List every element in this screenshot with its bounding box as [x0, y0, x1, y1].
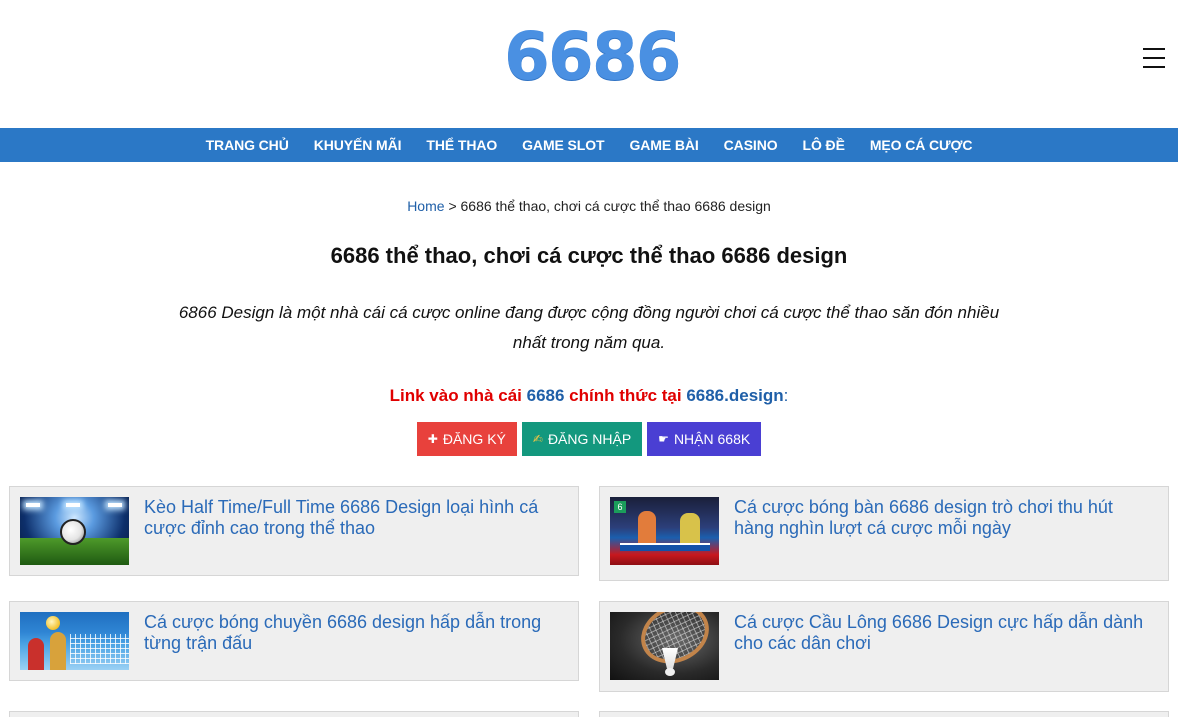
bonus-button[interactable]: ☛ NHẬN 668K	[647, 422, 762, 456]
nav-item-home[interactable]: TRANG CHỦ	[206, 137, 289, 153]
article-card[interactable]: 6 Cá cược bóng bàn 6686 design trò chơi …	[599, 486, 1169, 581]
article-card[interactable]: Kèo Half Time/Full Time 6686 Design loại…	[9, 486, 579, 576]
volleyball-image[interactable]	[20, 612, 129, 670]
badminton-image[interactable]	[610, 612, 719, 680]
main-nav: TRANG CHỦ KHUYẾN MÃI THỂ THAO GAME SLOT …	[0, 128, 1178, 162]
article-title-link[interactable]: Kèo Half Time/Full Time 6686 Design loại…	[144, 497, 559, 539]
article-title-link[interactable]: Cá cược bóng chuyền 6686 design hấp dẫn …	[144, 612, 559, 654]
nav-item-lottery[interactable]: LÔ ĐỀ	[803, 137, 845, 153]
bonus-button-label: NHẬN 668K	[673, 431, 751, 447]
hamburger-line	[1143, 65, 1165, 69]
login-button[interactable]: ✍ ĐĂNG NHẬP	[521, 422, 643, 456]
official-link-line: Link vào nhà cái 6686 chính thức tại 668…	[0, 386, 1178, 406]
article-card[interactable]: Cá cược Cầu Lông 6686 Design cực hấp dẫn…	[599, 601, 1169, 692]
site-header: 6686	[0, 0, 1178, 128]
hamburger-icon[interactable]	[1143, 48, 1167, 70]
register-button-label: ĐĂNG KÝ	[442, 431, 506, 447]
nav-item-betting-tips[interactable]: MẸO CÁ CƯỢC	[870, 137, 973, 153]
register-button[interactable]: ✚ ĐĂNG KÝ	[416, 422, 517, 456]
nav-item-card-games[interactable]: GAME BÀI	[629, 137, 698, 153]
login-button-label: ĐĂNG NHẬP	[547, 431, 632, 447]
article-card[interactable]: Cá cược bóng chuyền 6686 design hấp dẫn …	[9, 601, 579, 681]
breadcrumb-separator: >	[448, 198, 457, 214]
nav-item-casino[interactable]: CASINO	[724, 137, 778, 153]
intro-line: nhất trong năm qua.	[512, 333, 666, 352]
link-colon: :	[783, 386, 789, 405]
domain-link[interactable]: 6686.design	[686, 386, 783, 405]
breadcrumb: Home > 6686 thể thao, chơi cá cược thể t…	[0, 198, 1178, 214]
nav-item-game-slot[interactable]: GAME SLOT	[522, 137, 604, 153]
article-card[interactable]	[9, 711, 579, 717]
plus-icon: ✚	[427, 432, 438, 446]
article-title-link[interactable]: Cá cược Cầu Lông 6686 Design cực hấp dẫn…	[734, 612, 1149, 654]
article-title-link[interactable]: Cá cược bóng bàn 6686 design trò chơi th…	[734, 497, 1149, 539]
site-logo[interactable]: 6686	[504, 22, 682, 92]
breadcrumb-home-link[interactable]: Home	[407, 198, 444, 214]
breadcrumb-current: 6686 thể thao, chơi cá cược thể thao 668…	[460, 198, 771, 214]
nav-item-sports[interactable]: THỂ THAO	[426, 137, 497, 153]
table-tennis-image[interactable]: 6	[610, 497, 719, 565]
hamburger-line	[1143, 56, 1165, 60]
intro-line: 6866 Design là một nhà cái cá cược onlin…	[178, 303, 1000, 322]
nav-item-promotions[interactable]: KHUYẾN MÃI	[314, 137, 402, 153]
hamburger-line	[1143, 48, 1165, 51]
link-text: Link vào nhà cái	[389, 386, 527, 405]
page-title: 6686 thể thao, chơi cá cược thể thao 668…	[330, 243, 848, 268]
intro-text: 6866 Design là một nhà cái cá cược onlin…	[150, 298, 1028, 358]
link-text: chính thức tại	[564, 386, 687, 405]
article-card[interactable]	[599, 711, 1169, 717]
action-buttons: ✚ ĐĂNG KÝ ✍ ĐĂNG NHẬP ☛ NHẬN 668K	[0, 422, 1178, 456]
brand-link[interactable]: 6686	[527, 386, 565, 405]
football-stadium-image[interactable]	[20, 497, 129, 565]
pencil-icon: ✍	[532, 432, 543, 446]
pointing-hand-icon: ☛	[658, 432, 669, 446]
